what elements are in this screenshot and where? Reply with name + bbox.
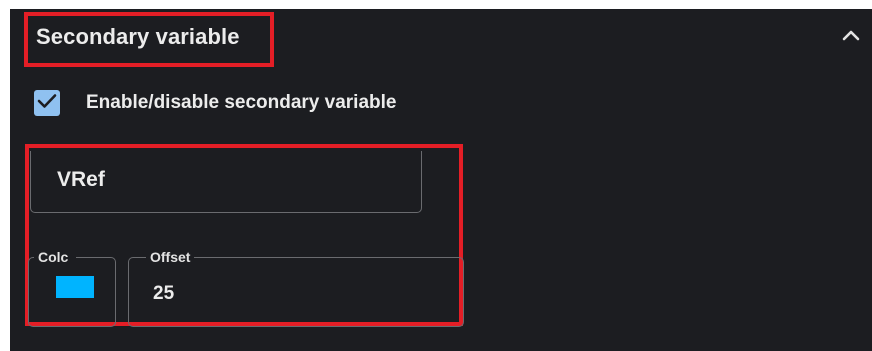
secondary-variable-panel: Secondary variable Enable/disable second… xyxy=(10,9,872,351)
color-swatch[interactable] xyxy=(56,276,94,298)
variable-name-value: VRef xyxy=(57,168,105,191)
offset-field-label: Offset xyxy=(146,249,195,265)
offset-field[interactable]: Offset 25 xyxy=(128,249,464,327)
variable-name-field[interactable]: VRef xyxy=(30,151,422,213)
color-field[interactable]: Colc xyxy=(28,249,116,327)
checkmark-icon xyxy=(37,93,57,114)
chevron-up-icon xyxy=(842,28,860,46)
enable-secondary-variable-label[interactable]: Enable/disable secondary variable xyxy=(86,92,396,114)
collapse-button[interactable] xyxy=(836,24,866,50)
offset-value: 25 xyxy=(153,283,175,304)
color-field-label: Colc xyxy=(34,249,76,265)
enable-secondary-variable-checkbox[interactable] xyxy=(34,90,60,116)
section-title: Secondary variable xyxy=(36,24,240,49)
